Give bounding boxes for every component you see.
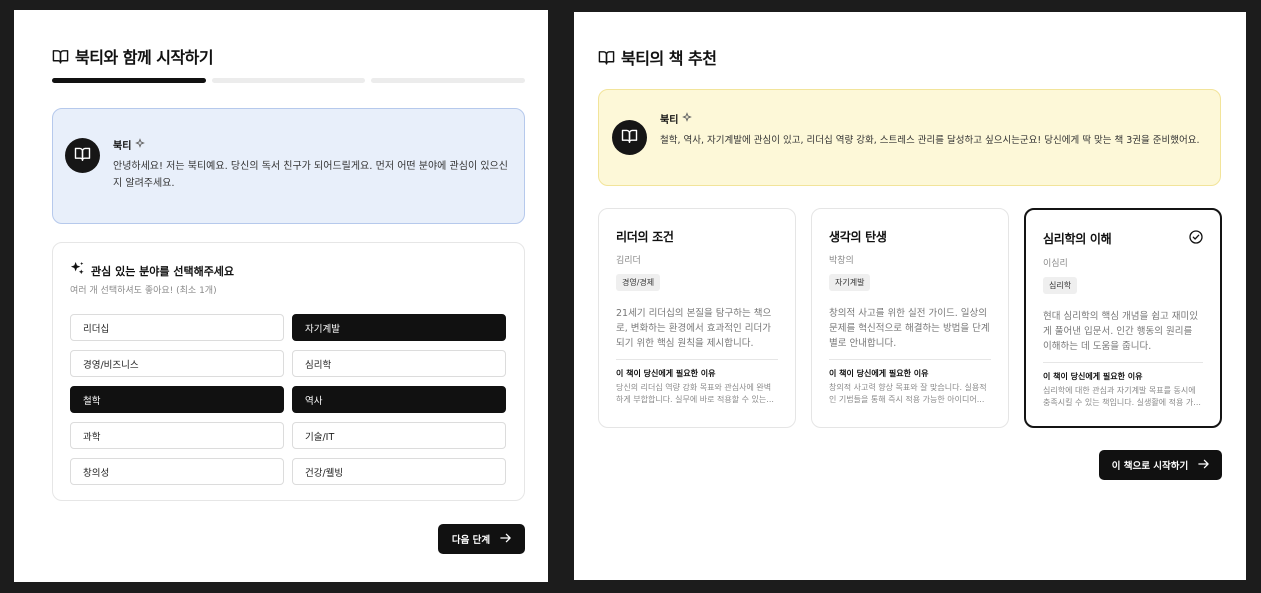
reason-label: 이 책이 당신에게 필요한 이유 bbox=[829, 369, 929, 378]
reason-label: 이 책이 당신에게 필요한 이유 bbox=[616, 369, 716, 378]
bot-avatar bbox=[65, 138, 100, 173]
open-book-icon bbox=[74, 146, 91, 165]
book-title: 리더의 조건 bbox=[616, 230, 674, 244]
interest-option[interactable]: 건강/웰빙 bbox=[292, 458, 506, 485]
bot-avatar bbox=[612, 120, 647, 155]
recommendation-header: 북티의 책 추천 bbox=[598, 45, 717, 69]
arrow-right-icon bbox=[1198, 459, 1209, 472]
interest-option[interactable]: 리더십 bbox=[70, 314, 284, 341]
interest-option[interactable]: 경영/비즈니스 bbox=[70, 350, 284, 377]
sparkles-icon bbox=[70, 261, 85, 280]
recommendation-title: 북티의 책 추천 bbox=[621, 49, 717, 68]
start-with-book-label: 이 책으로 시작하기 bbox=[1111, 461, 1189, 472]
recommendation-panel: 북티의 책 추천 북티 철학, 역사, 자기계발에 관심이 있고, 리더십 역량… bbox=[574, 12, 1246, 580]
interest-subtitle: 여러 개 선택하셔도 좋아요! (최소 1개) bbox=[70, 286, 217, 296]
bot-name: 북티 bbox=[113, 137, 508, 152]
book-card[interactable]: 심리학의 이해이심리심리학현대 심리학의 핵심 개념을 쉽고 재미있게 풀어낸 … bbox=[1024, 208, 1222, 428]
interest-option[interactable]: 자기계발 bbox=[292, 314, 506, 341]
bot-name: 북티 bbox=[660, 111, 1205, 126]
interest-title: 관심 있는 분야를 선택해주세요 bbox=[91, 264, 235, 278]
book-description: 21세기 리더십의 본질을 탐구하는 책으로, 변화하는 환경에서 효과적인 리… bbox=[616, 308, 772, 349]
book-title: 심리학의 이해 bbox=[1043, 232, 1112, 246]
book-category-tag: 심리학 bbox=[1043, 277, 1078, 294]
divider bbox=[1043, 362, 1203, 363]
onboarding-header: 북티와 함께 시작하기 bbox=[52, 44, 214, 68]
check-circle-icon bbox=[1189, 229, 1203, 248]
interest-selection-card: 관심 있는 분야를 선택해주세요 여러 개 선택하셔도 좋아요! (최소 1개)… bbox=[52, 242, 525, 501]
book-category-tag: 자기계발 bbox=[829, 274, 871, 291]
progress-segment bbox=[371, 78, 526, 83]
open-book-icon bbox=[621, 128, 638, 147]
sparkle-icon bbox=[135, 138, 146, 151]
next-step-label: 다음 단계 bbox=[451, 535, 491, 546]
reason-text: 당신의 리더십 역량 강화 목표와 관심사에 완벽하게 부합합니다. 실무에 바… bbox=[616, 383, 774, 404]
book-author: 이심리 bbox=[1043, 259, 1068, 269]
book-description: 현대 심리학의 핵심 개념을 쉽고 재미있게 풀어낸 입문서. 인간 행동의 원… bbox=[1043, 311, 1198, 352]
divider bbox=[616, 359, 778, 360]
bot-recommendation-box: 북티 철학, 역사, 자기계발에 관심이 있고, 리더십 역량 강화, 스트레스… bbox=[598, 89, 1221, 186]
book-card[interactable]: 생각의 탄생박창의자기계발창의적 사고를 위한 실전 가이드. 일상의 문제를 … bbox=[811, 208, 1009, 428]
arrow-right-icon bbox=[500, 533, 511, 546]
reason-text: 심리학에 대한 관심과 자기계발 목표를 동시에 충족시킬 수 있는 책입니다.… bbox=[1043, 386, 1201, 407]
book-description: 창의적 사고를 위한 실전 가이드. 일상의 문제를 혁신적으로 해결하는 방법… bbox=[829, 308, 990, 349]
progress-segment bbox=[52, 78, 206, 83]
book-card[interactable]: 리더의 조건김리더경영/경제 21세기 리더십의 본질을 탐구하는 책으로, 변화… bbox=[598, 208, 796, 428]
bot-message: 안녕하세요! 저는 북티예요. 당신의 독서 친구가 되어드릴게요. 먼저 어떤… bbox=[113, 161, 508, 189]
onboarding-panel: 북티와 함께 시작하기 북티 안녕하세요! 저는 북티예요. 당신의 독서 친구… bbox=[14, 10, 548, 582]
start-with-book-button[interactable]: 이 책으로 시작하기 bbox=[1099, 450, 1222, 480]
page-title: 북티와 함께 시작하기 bbox=[75, 48, 214, 67]
divider bbox=[829, 359, 991, 360]
next-step-button[interactable]: 다음 단계 bbox=[438, 524, 525, 554]
interest-option[interactable]: 창의성 bbox=[70, 458, 284, 485]
bot-message: 철학, 역사, 자기계발에 관심이 있고, 리더십 역량 강화, 스트레스 관리… bbox=[660, 135, 1200, 146]
interest-option[interactable]: 기술/IT bbox=[292, 422, 506, 449]
open-book-icon bbox=[598, 50, 615, 65]
step-progress-bar bbox=[52, 78, 526, 83]
open-book-icon bbox=[52, 49, 69, 64]
book-title: 생각의 탄생 bbox=[829, 230, 887, 244]
interest-options: 리더십 자기계발경영/비즈니스 심리학철학 역사과학 기술/IT 창의성 건강/웰빙 bbox=[70, 314, 508, 485]
book-author: 박창의 bbox=[829, 256, 854, 266]
reason-text: 창의적 사고력 향상 목표와 잘 맞습니다. 실용적인 기법들을 통해 즉시 적… bbox=[829, 383, 987, 404]
interest-option[interactable]: 철학 bbox=[70, 386, 284, 413]
bot-message-box: 북티 안녕하세요! 저는 북티예요. 당신의 독서 친구가 되어드릴게요. 먼저… bbox=[52, 108, 525, 224]
interest-option[interactable]: 과학 bbox=[70, 422, 284, 449]
interest-option[interactable]: 심리학 bbox=[292, 350, 506, 377]
progress-segment bbox=[211, 78, 366, 83]
sparkle-icon bbox=[682, 112, 693, 125]
book-author: 김리더 bbox=[616, 256, 641, 266]
book-category-tag: 경영/경제 bbox=[616, 274, 661, 291]
interest-option[interactable]: 역사 bbox=[292, 386, 506, 413]
reason-label: 이 책이 당신에게 필요한 이유 bbox=[1043, 372, 1143, 381]
